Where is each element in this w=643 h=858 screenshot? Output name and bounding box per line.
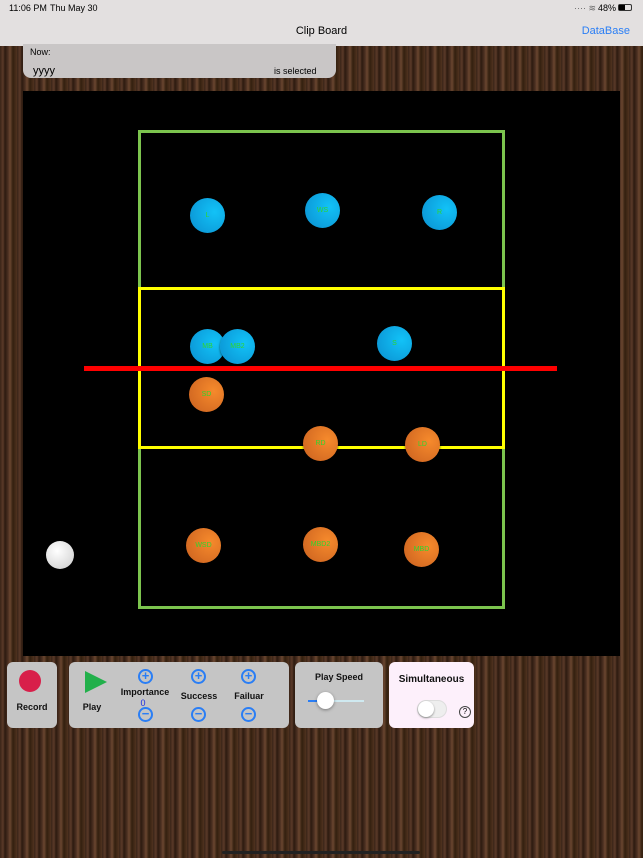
play-speed-thumb[interactable]: [316, 692, 334, 709]
failure-minus-icon[interactable]: −: [241, 707, 256, 722]
simultaneous-label: Simultaneous: [398, 674, 465, 685]
help-icon[interactable]: ?: [459, 706, 471, 718]
player-mbd2[interactable]: MBD2: [303, 527, 338, 562]
player-sd[interactable]: SD: [189, 377, 224, 412]
play-label: Play: [82, 702, 102, 712]
success-label: Success: [180, 691, 218, 701]
play-panel: Play + Importance 0 − + Success − + Fail…: [69, 662, 289, 728]
volleyball-icon[interactable]: [46, 541, 74, 569]
player-ld[interactable]: LD: [405, 427, 440, 462]
simultaneous-toggle[interactable]: [417, 700, 447, 718]
play-speed-panel: Play Speed: [295, 662, 383, 728]
success-plus-icon[interactable]: +: [191, 669, 206, 684]
net-line[interactable]: [84, 366, 557, 371]
play-speed-label: Play Speed: [314, 672, 364, 682]
now-value: yyyy: [33, 65, 55, 77]
court-field[interactable]: [23, 91, 620, 656]
home-indicator: [222, 851, 420, 854]
player-l[interactable]: L: [190, 198, 225, 233]
importance-plus-icon[interactable]: +: [138, 669, 153, 684]
record-panel[interactable]: Record: [7, 662, 57, 728]
now-box: Now: yyyy is selected: [23, 44, 336, 78]
database-button[interactable]: DataBase: [582, 25, 630, 37]
play-icon[interactable]: [85, 671, 107, 693]
player-mb2[interactable]: MB2: [220, 329, 255, 364]
battery-icon: [618, 4, 632, 11]
now-suffix: is selected: [274, 66, 317, 76]
top-bar: 11:06 PM Thu May 30 ···· ≋ 48% Clip Boar…: [0, 0, 643, 46]
page-title: Clip Board: [295, 25, 348, 37]
player-mbd[interactable]: MBD: [404, 532, 439, 567]
simultaneous-panel: Simultaneous ?: [389, 662, 474, 728]
player-rd[interactable]: RD: [303, 426, 338, 461]
now-label: Now:: [30, 47, 51, 57]
status-date: Thu May 30: [50, 3, 98, 13]
importance-minus-icon[interactable]: −: [138, 707, 153, 722]
failure-plus-icon[interactable]: +: [241, 669, 256, 684]
success-minus-icon[interactable]: −: [191, 707, 206, 722]
player-wsd[interactable]: WSD: [186, 528, 221, 563]
player-s[interactable]: S: [377, 326, 412, 361]
wifi-icon: ···· ≋: [574, 3, 597, 13]
record-label: Record: [16, 702, 48, 712]
importance-label: Importance: [120, 687, 170, 697]
player-ws[interactable]: WS: [305, 193, 340, 228]
failure-label: Failuar: [234, 691, 264, 701]
record-icon[interactable]: [19, 670, 41, 692]
battery-level: 48%: [598, 3, 617, 13]
status-time: 11:06 PM: [9, 3, 47, 13]
player-r[interactable]: R: [422, 195, 457, 230]
